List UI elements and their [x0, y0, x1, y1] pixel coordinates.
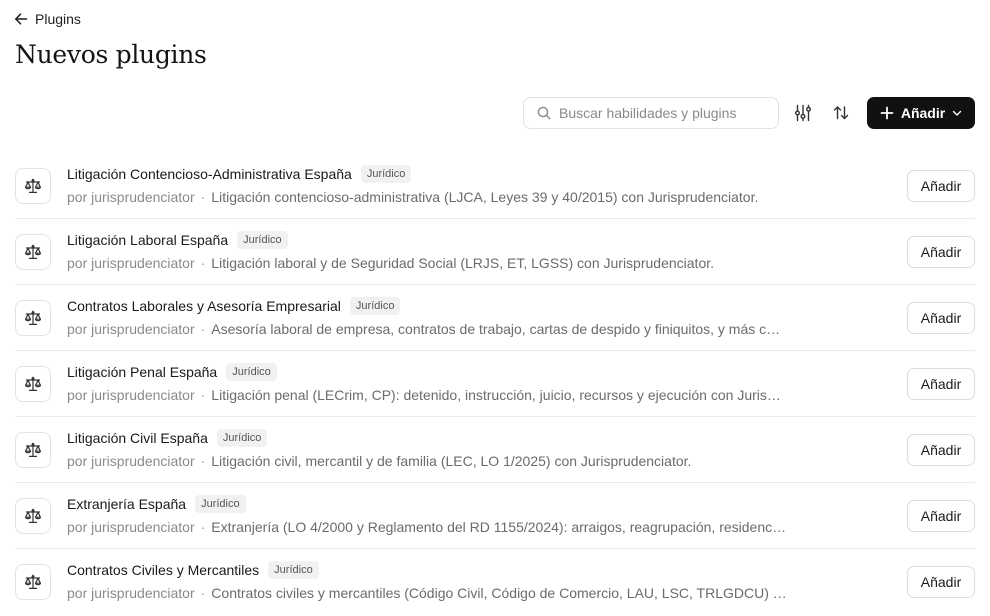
plugin-name-line: Litigación Penal España Jurídico	[67, 363, 277, 381]
plugin-name-line: Litigación Civil España Jurídico	[67, 429, 268, 447]
add-button[interactable]: Añadir	[907, 434, 975, 466]
plugin-name: Litigación Laboral España	[67, 232, 229, 248]
plugin-row-6: Extranjería España Jurídico por jurispru…	[15, 483, 975, 549]
scale-icon	[25, 310, 41, 325]
search-icon	[537, 106, 551, 120]
scale-icon	[25, 574, 41, 589]
add-button[interactable]: Añadir	[907, 236, 975, 268]
filter-button[interactable]	[787, 97, 819, 129]
plugin-description: Litigación contencioso-administrativa (L…	[211, 189, 759, 205]
plugin-icon-frame	[15, 432, 51, 468]
category-tag: Jurídico	[360, 165, 412, 183]
category-tag: Jurídico	[268, 561, 319, 579]
plugin-meta: por jurisprudenciator · Asesoría laboral d…	[67, 320, 787, 338]
plugin-author: por jurisprudenciator	[67, 453, 195, 469]
plugin-icon-frame	[15, 498, 51, 534]
plugin-name: Extranjería España	[67, 496, 187, 512]
plugin-row-5: Litigación Civil España Jurídico por jur…	[15, 417, 975, 483]
plugin-name: Litigación Contencioso-Administrativa Es…	[67, 166, 352, 182]
plugin-author: por jurisprudenciator	[67, 321, 195, 337]
plugin-meta: por jurisprudenciator · Litigación contenc…	[67, 188, 787, 206]
plugin-author: por jurisprudenciator	[67, 189, 195, 205]
plugin-name-line: Contratos Laborales y Asesoría Empresari…	[67, 297, 401, 315]
toolbar: Añadir	[523, 97, 975, 129]
plugin-meta: por jurisprudenciator · Litigación penal (…	[67, 386, 787, 404]
sort-button[interactable]	[825, 97, 857, 129]
category-tag: Jurídico	[195, 495, 246, 513]
plugin-author: por jurisprudenciator	[67, 519, 195, 535]
plugin-icon-frame	[15, 168, 51, 204]
plugin-name-line: Litigación Laboral España Jurídico	[67, 231, 288, 249]
back-link-label: Plugins	[35, 11, 81, 27]
plugin-description: Asesoría laboral de empresa, contratos d…	[211, 321, 787, 337]
plugin-icon-frame	[15, 366, 51, 402]
scale-icon	[25, 244, 41, 259]
plugin-author: por jurisprudenciator	[67, 585, 195, 601]
plugin-row-3: Contratos Laborales y Asesoría Empresari…	[15, 285, 975, 351]
add-plugin-button[interactable]: Añadir	[867, 97, 975, 129]
plus-icon	[880, 106, 894, 120]
scale-icon	[25, 178, 41, 193]
plugin-name: Litigación Penal España	[67, 364, 218, 380]
category-tag: Jurídico	[349, 297, 401, 315]
plugin-name-line: Contratos Civiles y Mercantiles Jurídico	[67, 561, 319, 579]
search-input[interactable]	[559, 105, 759, 121]
scale-icon	[25, 376, 41, 391]
meta-separator: ·	[200, 321, 206, 337]
plugin-name-line: Extranjería España Jurídico	[67, 495, 246, 513]
plugin-row-4: Litigación Penal España Jurídico por jur…	[15, 351, 975, 417]
plugin-name: Contratos Laborales y Asesoría Empresari…	[67, 298, 341, 314]
plugin-name: Contratos Civiles y Mercantiles	[67, 562, 260, 578]
plugin-icon-frame	[15, 234, 51, 270]
category-tag: Jurídico	[226, 363, 277, 381]
meta-separator: ·	[200, 387, 206, 403]
plugin-row-7: Contratos Civiles y Mercantiles Jurídico…	[15, 549, 975, 615]
plugin-row-1: Litigación Contencioso-Administrativa Es…	[15, 153, 975, 219]
meta-separator: ·	[200, 519, 206, 535]
category-tag: Jurídico	[216, 429, 268, 447]
page-title: Nuevos plugins	[15, 40, 207, 69]
plugin-author: por jurisprudenciator	[67, 255, 195, 271]
meta-separator: ·	[200, 255, 206, 271]
add-button[interactable]: Añadir	[907, 368, 975, 400]
plugin-icon-frame	[15, 564, 51, 600]
add-button[interactable]: Añadir	[907, 302, 975, 334]
plugin-meta: por jurisprudenciator · Contratos civiles …	[67, 584, 787, 602]
scale-icon	[25, 442, 41, 457]
meta-separator: ·	[200, 453, 206, 469]
add-button[interactable]: Añadir	[907, 500, 975, 532]
plugin-name: Litigación Civil España	[67, 430, 208, 446]
scale-icon	[25, 508, 41, 523]
arrow-left-icon	[15, 13, 28, 25]
back-to-plugins-link[interactable]: Plugins	[14, 10, 81, 28]
meta-separator: ·	[200, 585, 206, 601]
plugin-row-2: Litigación Laboral España Jurídico por j…	[15, 219, 975, 285]
plugin-meta: por jurisprudenciator · Litigación civil, …	[67, 452, 787, 470]
sort-arrows-icon	[833, 106, 849, 120]
plugin-author: por jurisprudenciator	[67, 387, 195, 403]
plugin-icon-frame	[15, 300, 51, 336]
chevron-down-icon	[952, 110, 962, 116]
search-box	[523, 97, 779, 129]
plugin-meta: por jurisprudenciator · Litigación laboral…	[67, 254, 787, 272]
plugin-description: Extranjería (LO 4/2000 y Reglamento del …	[211, 519, 787, 535]
plugin-description: Litigación penal (LECrim, CP): detenido,…	[211, 387, 787, 403]
plugin-description: Litigación civil, mercantil y de familia…	[211, 453, 692, 469]
plugin-meta: por jurisprudenciator · Extranjería (LO 4/…	[67, 518, 787, 536]
plugin-description: Litigación laboral y de Seguridad Social…	[211, 255, 715, 271]
plugin-list: Litigación Contencioso-Administrativa Es…	[15, 153, 975, 615]
add-button[interactable]: Añadir	[907, 170, 975, 202]
category-tag: Jurídico	[237, 231, 288, 249]
add-plugin-button-label: Añadir	[900, 105, 946, 121]
meta-separator: ·	[200, 189, 206, 205]
add-button[interactable]: Añadir	[907, 566, 975, 598]
plugin-description: Contratos civiles y mercantiles (Código …	[211, 585, 787, 601]
plugin-name-line: Litigación Contencioso-Administrativa Es…	[67, 165, 412, 183]
sliders-icon	[795, 104, 811, 122]
